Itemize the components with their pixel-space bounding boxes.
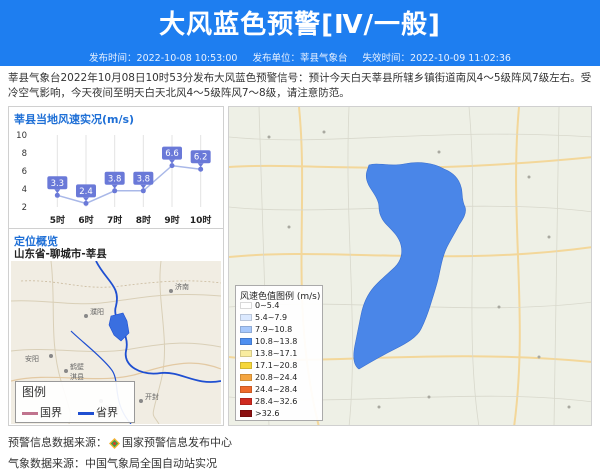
data-label-pointer	[54, 189, 61, 194]
warning-center-logo-icon	[109, 437, 120, 449]
warning-map[interactable]: 风速色值图例 (m/s) 0~5.4 5.4~7.9 7.9~10.8 10.8…	[228, 106, 592, 426]
data-label: 3.8	[137, 174, 151, 184]
y-tick-label: 10	[16, 131, 27, 141]
data-label: 2.4	[79, 187, 93, 197]
wind-section-title: 莘县当地风速实况(m/s)	[14, 113, 135, 126]
data-point	[83, 200, 89, 206]
minimap-label-puyang: 濮阳	[90, 307, 104, 316]
minimap-label-anyang: 安阳	[25, 354, 39, 363]
legend-row-7: 24.4~28.4	[240, 385, 297, 395]
legend-row-1: 5.4~7.9	[240, 313, 287, 323]
location-minimap[interactable]: 济南 濮阳 安阳 鹤壁 淇县 开封 郑州 图例 国界 省界	[11, 261, 221, 424]
x-tick-label: 8时	[136, 214, 151, 226]
data-point	[140, 188, 146, 194]
legend-row-8: 28.4~32.6	[240, 397, 297, 407]
color-swatch	[240, 314, 252, 321]
y-tick-label: 8	[22, 149, 27, 159]
data-point	[169, 163, 175, 169]
data-label: 3.3	[51, 179, 65, 189]
legend-item-province-border: 省界	[78, 404, 118, 420]
header-banner: 大风蓝色预警[Ⅳ/一般] 发布时间：2022-10-08 10:53:00 发布…	[0, 0, 600, 66]
x-tick-label: 5时	[50, 214, 65, 226]
legend-row-5: 17.1~20.8	[240, 361, 297, 371]
minimap-label-kaifeng: 开封	[145, 392, 159, 401]
weather-source-line: 气象数据来源：中国气象局全国自动站实况	[8, 457, 217, 470]
x-tick-label: 10时	[190, 214, 212, 226]
data-label: 3.8	[108, 174, 122, 184]
color-swatch	[240, 362, 252, 369]
legend-row-0: 0~5.4	[240, 301, 280, 311]
legend-row-4: 13.8~17.1	[240, 349, 297, 359]
y-tick-label: 4	[22, 185, 27, 195]
data-label-pointer	[197, 163, 204, 168]
wind-color-legend: 风速色值图例 (m/s) 0~5.4 5.4~7.9 7.9~10.8 10.8…	[235, 285, 323, 421]
legend-row-2: 7.9~10.8	[240, 325, 292, 335]
color-swatch	[240, 302, 252, 309]
color-swatch	[240, 350, 252, 357]
warning-source-link[interactable]: 国家预警信息发布中心	[122, 436, 232, 449]
minimap-legend-title: 图例	[22, 385, 47, 399]
national-border-line-icon	[22, 411, 38, 415]
minimap-label-hebi: 鹤壁	[70, 362, 84, 371]
legend-row-9: >32.6	[240, 409, 280, 419]
warning-description: 莘县气象台2022年10月08日10时53分发布大风蓝色预警信号：预计今天白天莘…	[8, 72, 592, 99]
left-panel: 莘县当地风速实况(m/s) 2 4 6 8 10 3.3 5时 2.4 6时 3.8 7时 3.8 8时…	[8, 106, 224, 426]
color-swatch	[240, 398, 252, 405]
warning-source-label: 预警信息数据来源：	[8, 436, 107, 449]
y-tick-label: 6	[22, 167, 27, 177]
legend-row-3: 10.8~13.8	[240, 337, 297, 347]
province-border-line-icon	[78, 411, 94, 415]
minimap-legend: 图例 国界 省界	[15, 381, 135, 423]
issuer: 发布单位：莘县气象台	[252, 53, 348, 64]
data-label: 6.6	[165, 149, 179, 159]
data-point	[54, 192, 60, 198]
data-label-pointer	[83, 197, 89, 202]
minimap-label-qixian: 淇县	[70, 373, 84, 381]
warning-meta: 发布时间：2022-10-08 10:53:00 发布单位：莘县气象台 失效时间…	[0, 50, 600, 66]
location-section: 定位概览 山东省-聊城市-莘县 济南 濮阳 安阳 鹤壁 淇县 开封 图例 国界 …	[9, 228, 223, 425]
data-label: 6.2	[194, 153, 208, 163]
data-point	[198, 166, 204, 172]
warning-source-line: 预警信息数据来源： 国家预警信息发布中心	[8, 434, 232, 450]
color-swatch	[240, 386, 252, 393]
legend-row-6: 20.8~24.4	[240, 373, 297, 383]
minimap-label-jinan: 济南	[175, 282, 189, 291]
color-swatch	[240, 410, 252, 417]
x-tick-label: 9时	[164, 214, 179, 226]
legend-item-national-border: 国界	[22, 404, 62, 420]
data-label-pointer	[111, 184, 118, 189]
x-tick-label: 7时	[107, 214, 122, 226]
color-swatch	[240, 338, 252, 345]
data-label-pointer	[169, 159, 175, 164]
data-point	[112, 188, 118, 194]
x-tick-label: 6时	[78, 214, 93, 226]
color-swatch	[240, 374, 252, 381]
wind-speed-chart: 2 4 6 8 10 3.3 5时 2.4 6时 3.8 7时 3.8 8时 6.6 9时 6.2 10时	[16, 131, 212, 226]
issue-time: 发布时间：2022-10-08 10:53:00	[89, 53, 238, 64]
page-title: 大风蓝色预警[Ⅳ/一般]	[159, 10, 441, 40]
y-tick-label: 2	[22, 203, 27, 213]
location-path: 山东省-聊城市-莘县	[14, 248, 107, 260]
color-swatch	[240, 326, 252, 333]
expire-time: 失效时间：2022-10-09 11:02:36	[362, 53, 511, 64]
